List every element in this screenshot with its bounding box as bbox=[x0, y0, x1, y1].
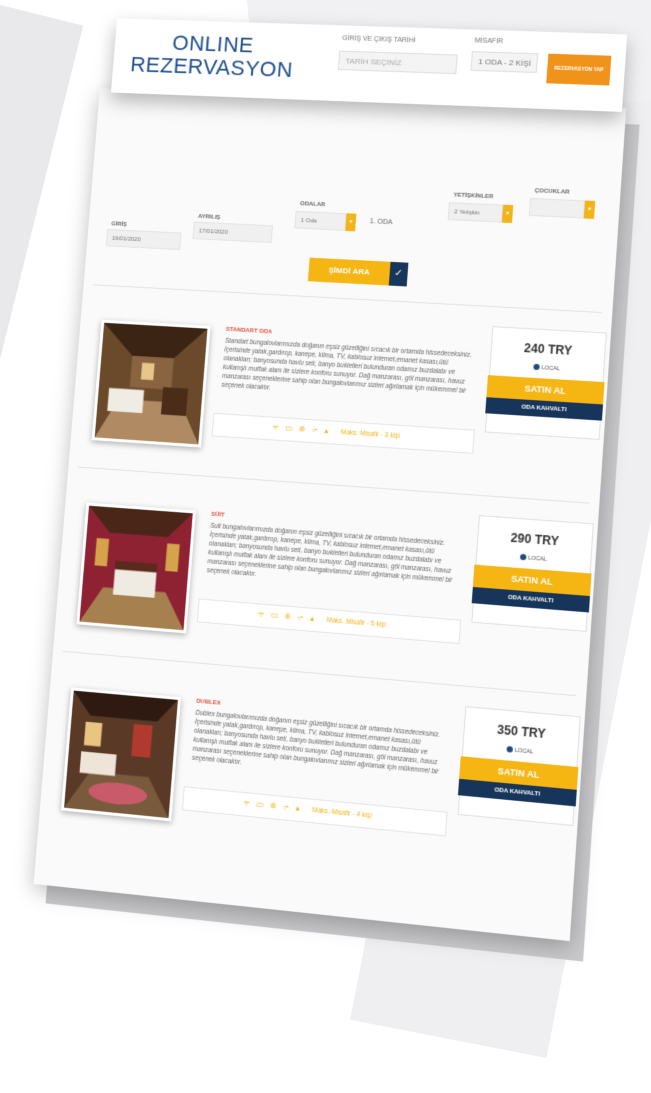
room-info-bar: ᯤ ▭ ⊕ ⩫ ▴ Maks. Misafir - 4 kişi bbox=[181, 786, 448, 837]
price-box: 240 TRY LOCAL SATIN AL ODA KAHVALTI bbox=[484, 326, 607, 440]
radio-icon bbox=[519, 553, 527, 561]
room-price: 350 TRY bbox=[496, 722, 547, 742]
radio-icon bbox=[533, 363, 540, 371]
room-photo bbox=[60, 687, 182, 822]
chevron-down-icon: ▾ bbox=[505, 210, 510, 217]
chevron-down-icon: ▾ bbox=[587, 206, 592, 213]
rooms-label: ODALAR bbox=[299, 201, 326, 209]
checkin-label: GİRİŞ bbox=[111, 221, 128, 228]
page-title: ONLINE REZERVASYON bbox=[129, 30, 295, 82]
room-photo bbox=[91, 319, 211, 448]
amenity-icons: ᯤ ▭ ⊕ ⩫ ▴ bbox=[257, 609, 317, 624]
check-icon: ✓ bbox=[388, 261, 409, 287]
local-option[interactable]: LOCAL bbox=[463, 742, 577, 760]
adults-label: YETİŞKİNLER bbox=[453, 192, 494, 201]
local-label: LOCAL bbox=[541, 365, 561, 373]
room-price: 240 TRY bbox=[523, 341, 573, 358]
price-box: 350 TRY LOCAL SATIN AL ODA KAHVALTI bbox=[457, 706, 581, 827]
room-name: DUBLEX bbox=[196, 698, 221, 707]
radio-icon bbox=[506, 745, 514, 753]
adults-select[interactable]: 2 Yetişkin bbox=[447, 202, 504, 223]
adults-dropdown-button[interactable]: ▾ bbox=[501, 204, 514, 224]
room-description: Suit bungalovlarımızda doğanın eşsiz güz… bbox=[206, 522, 453, 585]
room-name: STANDART ODA bbox=[225, 326, 273, 336]
booking-page: GİRİŞ 16/01/2020 AYRILIŞ 17/01/2020 ODAL… bbox=[33, 88, 627, 942]
amenity-icons: ᯤ ▭ ⊕ ⩫ ▴ bbox=[242, 798, 302, 813]
rooms-dropdown-button[interactable]: ▾ bbox=[345, 213, 357, 232]
room-photo-image bbox=[64, 690, 178, 819]
chevron-down-icon: ▾ bbox=[349, 219, 353, 226]
room-info-bar: ᯤ ▭ ⊕ ⩫ ▴ Maks. Misafir - 3 kişi bbox=[211, 412, 475, 454]
guest-input[interactable]: 1 ODA - 2 KİŞİ bbox=[470, 51, 539, 74]
guest-label: MİSAFİR bbox=[474, 37, 504, 46]
children-label: ÇOCUKLAR bbox=[534, 188, 570, 196]
room-card-dublex: DUBLEX Dublex bungalovlarımızda doğanın … bbox=[38, 656, 586, 889]
local-option[interactable]: LOCAL bbox=[477, 551, 590, 567]
room-photo bbox=[76, 502, 196, 634]
room-info-bar: ᯤ ▭ ⊕ ⩫ ▴ Maks. Misafir - 5 kişi bbox=[196, 598, 462, 645]
children-select[interactable] bbox=[528, 197, 586, 219]
max-guests: Maks. Misafir - 5 kişi bbox=[326, 616, 386, 629]
room-description: Standart bungalovlarımızda doğanın eşsiz… bbox=[221, 337, 472, 395]
search-now-label: ŞİMDİ ARA bbox=[307, 257, 391, 286]
room-price: 290 TRY bbox=[510, 530, 560, 549]
checkout-label: AYRILIŞ bbox=[197, 213, 221, 221]
search-form: GİRİŞ 16/01/2020 AYRILIŞ 17/01/2020 ODAL… bbox=[93, 127, 615, 288]
max-guests: Maks. Misafir - 3 kişi bbox=[340, 429, 400, 440]
checkin-input[interactable]: 16/01/2020 bbox=[105, 228, 182, 251]
max-guests: Maks. Misafir - 4 kişi bbox=[312, 806, 372, 820]
date-label: GİRİŞ VE ÇIKIŞ TARİHİ bbox=[341, 35, 416, 45]
room-card-standart: STANDART ODA Standart bungalovlarımızda … bbox=[69, 290, 612, 502]
amenity-icons: ᯤ ▭ ⊕ ⩫ ▴ bbox=[271, 422, 331, 436]
search-now-button[interactable]: ŞİMDİ ARA ✓ bbox=[307, 257, 409, 287]
room-description: Dublex bungalovlarımızda doğanın eşsiz g… bbox=[191, 709, 441, 776]
room-name: SÜİT bbox=[210, 511, 225, 519]
local-option[interactable]: LOCAL bbox=[490, 361, 603, 375]
local-label: LOCAL bbox=[514, 747, 534, 756]
title-line-2: REZERVASYON bbox=[129, 52, 294, 82]
children-dropdown-button[interactable]: ▾ bbox=[583, 200, 596, 219]
mockup-stage: GİRİŞ 16/01/2020 AYRILIŞ 17/01/2020 ODAL… bbox=[0, 0, 651, 1012]
date-input[interactable]: TARİH SEÇİNİZ bbox=[337, 50, 458, 75]
room-number-title: 1. ODA bbox=[369, 218, 393, 227]
reserve-button[interactable]: REZERVASYON YAP bbox=[546, 53, 612, 86]
room-photo-image bbox=[94, 322, 208, 445]
checkout-input[interactable]: 17/01/2020 bbox=[192, 221, 274, 243]
rooms-select[interactable]: 1 Oda bbox=[294, 210, 347, 231]
room-photo-image bbox=[79, 505, 193, 631]
room-card-suit: SÜİT Suit bungalovlarımızda doğanın eşsi… bbox=[53, 472, 599, 694]
local-label: LOCAL bbox=[528, 555, 548, 563]
price-box: 290 TRY LOCAL SATIN AL ODA KAHVALTI bbox=[471, 515, 594, 632]
